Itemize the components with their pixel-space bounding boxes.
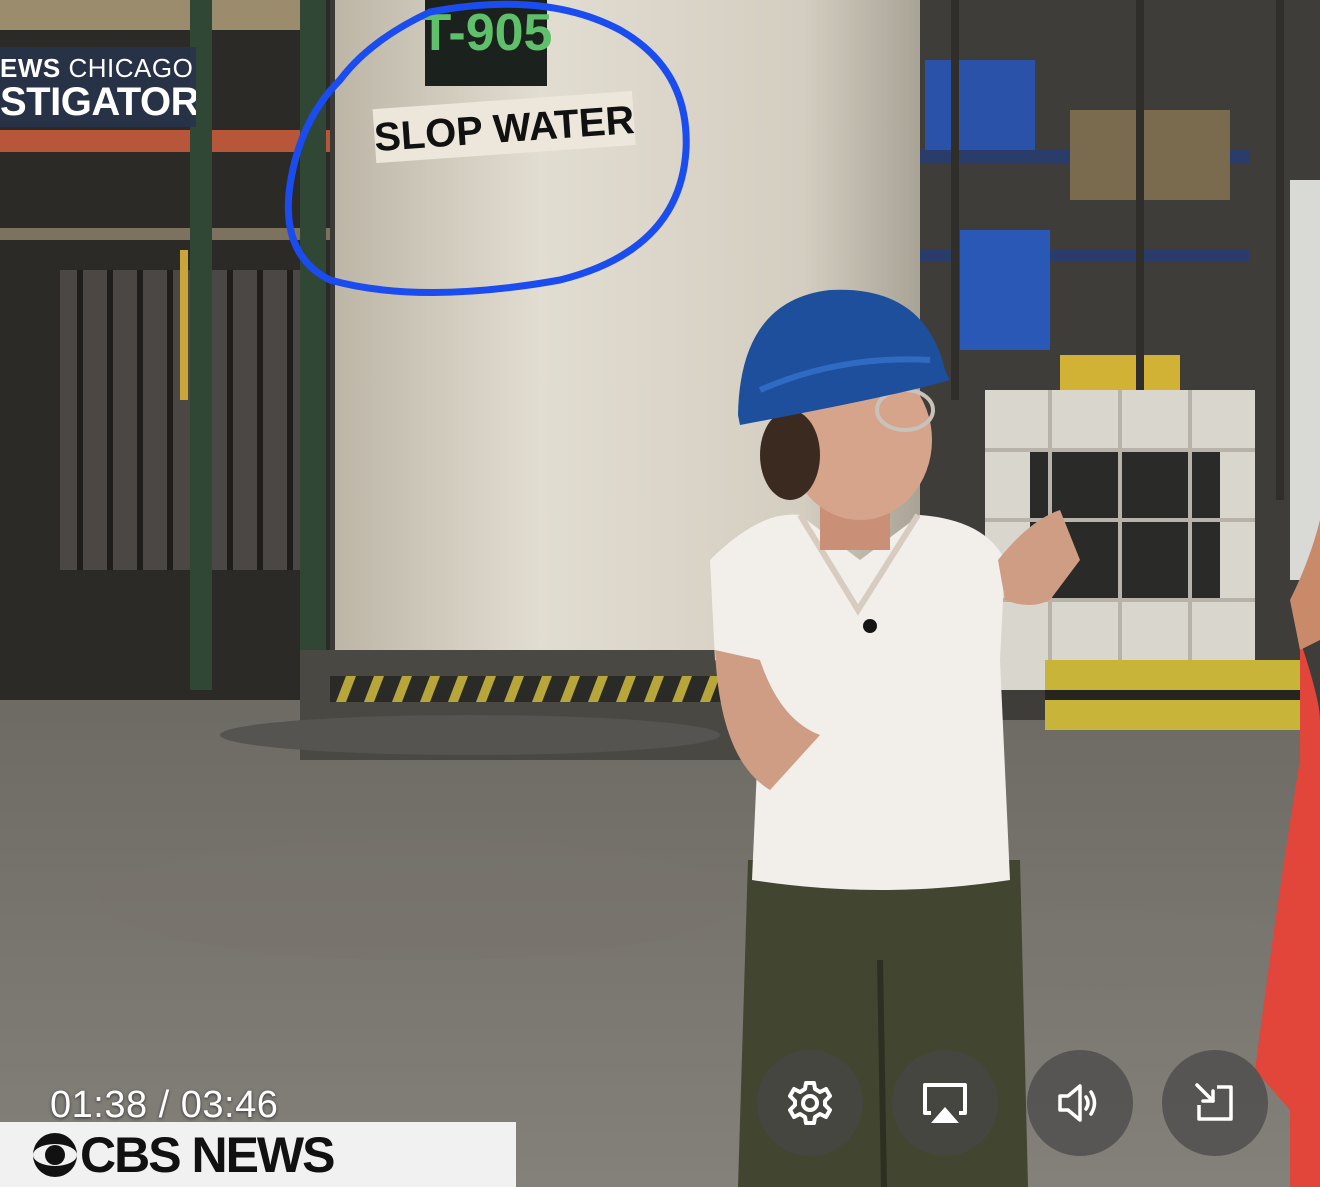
gear-icon: [788, 1081, 832, 1125]
collapse-icon: [1195, 1083, 1233, 1121]
video-player[interactable]: T-905 SLOP WATER EWS CHICAGO STIGATOR 01…: [0, 0, 1320, 1187]
airplay-icon: [923, 1083, 967, 1123]
news-bug-line2: STIGATORS: [0, 80, 196, 124]
airplay-button[interactable]: [892, 1050, 998, 1156]
settings-button[interactable]: [757, 1050, 863, 1156]
speaker-icon: [1058, 1084, 1097, 1122]
exit-fullscreen-button[interactable]: [1162, 1050, 1268, 1156]
broadcaster-name: CBS NEWS: [80, 1127, 335, 1183]
volume-button[interactable]: [1027, 1050, 1133, 1156]
playback-time: 01:38 / 03:46: [50, 1084, 279, 1126]
news-program-bug: EWS CHICAGO STIGATORS: [0, 47, 196, 127]
cbs-eye-icon: [33, 1133, 77, 1177]
video-frame: T-905 SLOP WATER: [0, 0, 1320, 1187]
broadcaster-logo-bar: CBS NEWS: [0, 1122, 516, 1187]
